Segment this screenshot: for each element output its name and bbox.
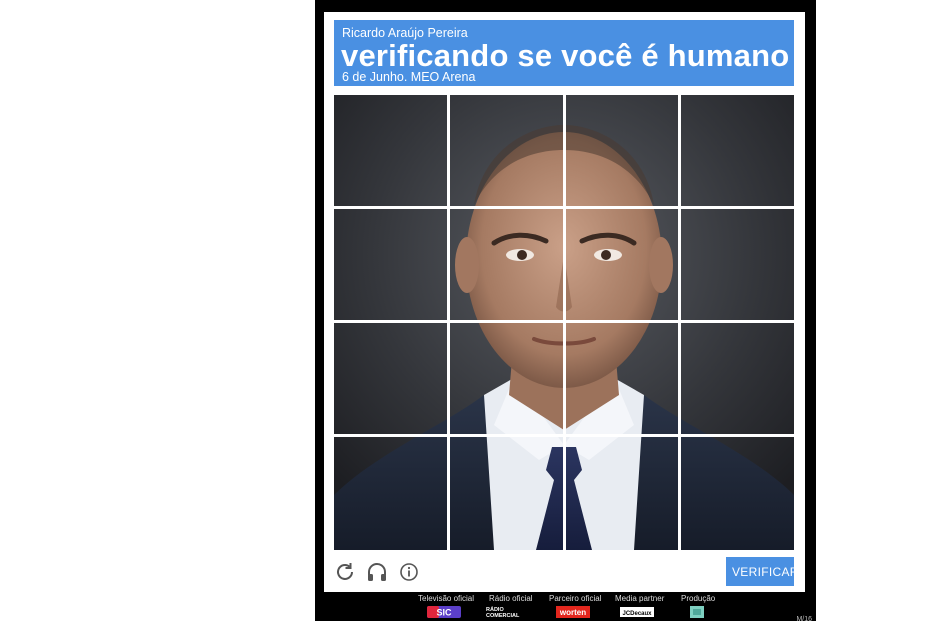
production-logo: [690, 606, 704, 618]
sponsor-label: Rádio oficial: [489, 594, 533, 603]
sponsor-label: Media partner: [615, 594, 665, 603]
sponsor-label: Televisão oficial: [418, 594, 475, 603]
svg-text:RÁDIO: RÁDIO: [486, 606, 504, 613]
headphones-icon[interactable]: [366, 561, 388, 583]
worten-logo: worten: [556, 606, 590, 618]
info-icon[interactable]: [398, 561, 420, 583]
grid-tile-r3-c1[interactable]: [334, 323, 447, 434]
grid-tile-r2-c3[interactable]: [566, 209, 678, 320]
grid-tile-r1-c4[interactable]: [681, 95, 794, 206]
verify-button[interactable]: VERIFICAR: [726, 557, 798, 586]
jcdecaux-logo: JCDecaux: [620, 607, 654, 617]
grid-tile-r2-c2[interactable]: [450, 209, 563, 320]
grid-tile-r1-c2[interactable]: [450, 95, 563, 206]
sponsor-label: Parceiro oficial: [549, 594, 602, 603]
event-date: 6 de Junho. MEO Arena: [342, 70, 476, 84]
image-grid: [334, 95, 794, 550]
grid-tile-r4-c2[interactable]: [450, 437, 563, 550]
grid-tile-r3-c2[interactable]: [450, 323, 563, 434]
sic-logo: SIC: [427, 606, 461, 618]
grid-tile-r1-c1[interactable]: [334, 95, 447, 206]
page-number: M/16: [796, 616, 812, 623]
poster: Ricardo Araújo Pereira verificando se vo…: [315, 0, 816, 623]
grid-tile-r3-c3[interactable]: [566, 323, 678, 434]
grid-tile-r4-c3[interactable]: [566, 437, 678, 550]
svg-text:SIC: SIC: [436, 608, 452, 618]
grid-tile-r4-c4[interactable]: [681, 437, 794, 550]
sponsor-bar: Televisão oficial Rádio oficial Parceiro…: [315, 592, 816, 623]
captcha-title: verificando se você é humano: [341, 38, 790, 73]
grid-tile-r4-c1[interactable]: [334, 437, 447, 550]
grid-tile-r3-c4[interactable]: [681, 323, 794, 434]
grid-tile-r2-c1[interactable]: [334, 209, 447, 320]
grid-tile-r2-c4[interactable]: [681, 209, 794, 320]
grid-tile-r1-c3[interactable]: [566, 95, 678, 206]
captcha-card: Ricardo Araújo Pereira verificando se vo…: [324, 12, 805, 592]
captcha-controls: VERIFICAR: [334, 557, 798, 587]
radio-comercial-logo: RÁDIO COMERCIAL: [486, 606, 520, 618]
captcha-header: Ricardo Araújo Pereira verificando se vo…: [334, 20, 794, 86]
svg-text:COMERCIAL: COMERCIAL: [486, 613, 520, 618]
svg-text:worten: worten: [559, 608, 586, 617]
svg-text:JCDecaux: JCDecaux: [622, 611, 652, 617]
reload-icon[interactable]: [334, 561, 356, 583]
sponsor-label: Produção: [681, 594, 716, 603]
